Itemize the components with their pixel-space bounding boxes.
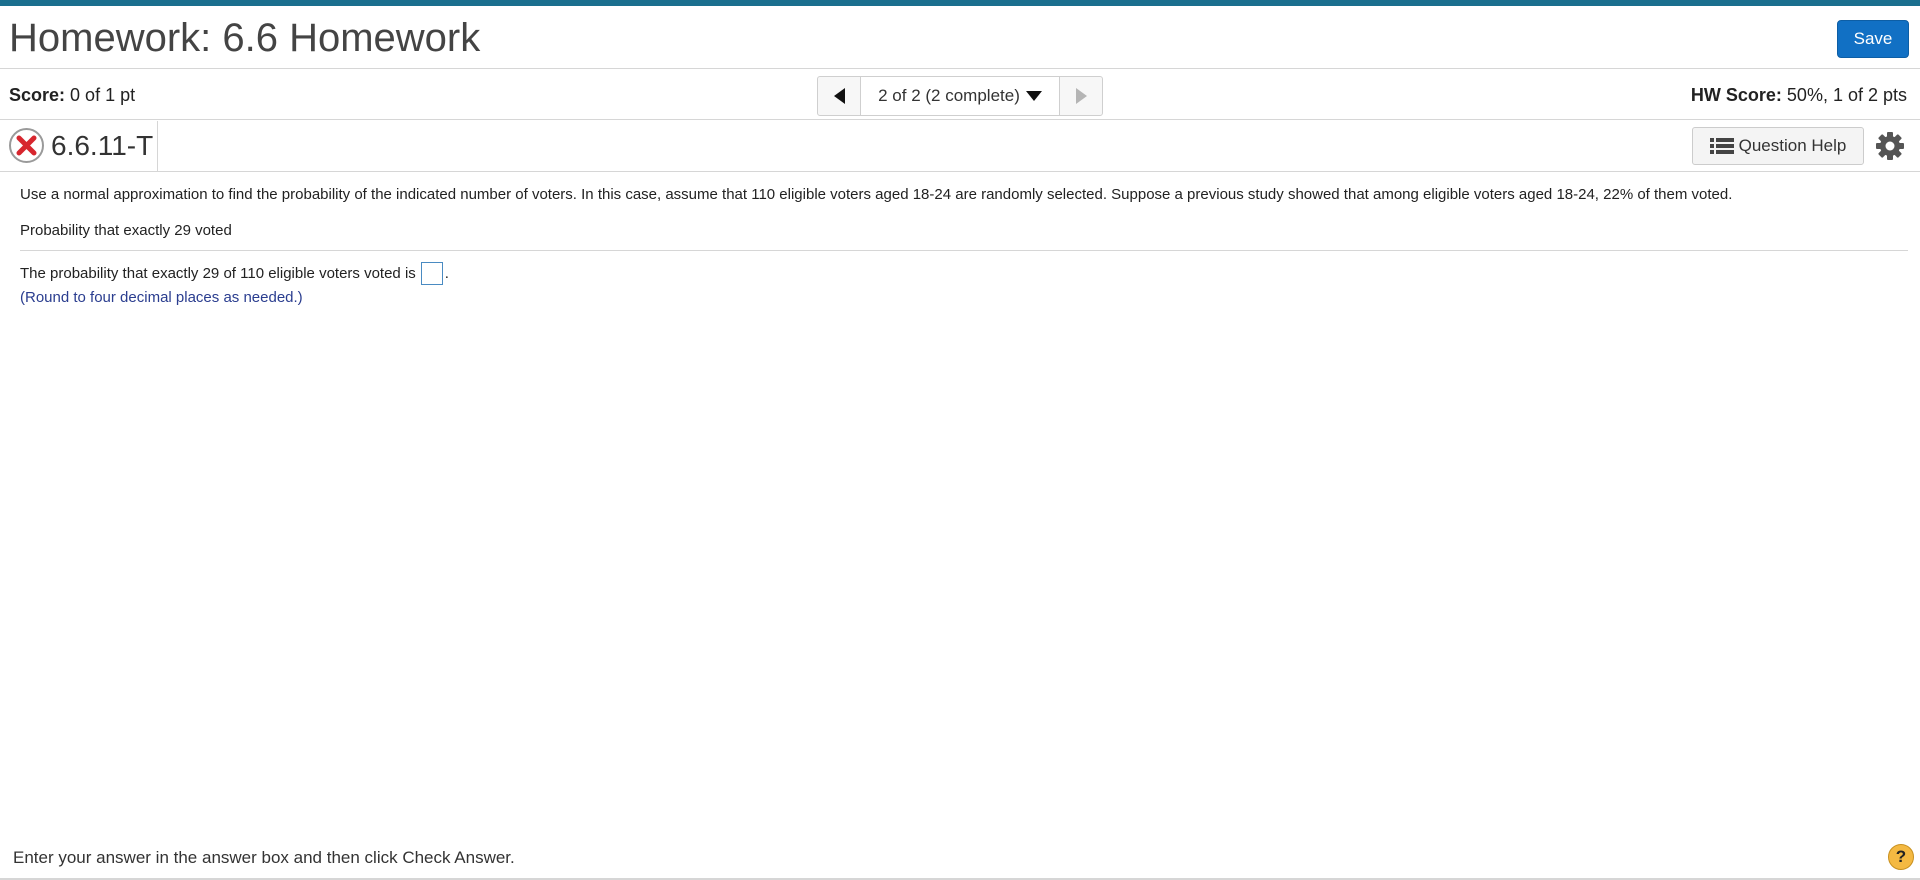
page-header: Homework: 6.6 Homework Save (0, 6, 1920, 69)
hw-score-label: HW Score: (1690, 85, 1782, 105)
arrow-left-icon (833, 88, 845, 104)
question-help-label: Question Help (1738, 136, 1847, 155)
answer-input[interactable] (420, 262, 443, 285)
chevron-down-icon (1025, 91, 1042, 101)
question-select-dropdown[interactable]: 2 of 2 (2 complete) (861, 77, 1059, 115)
rounding-note: (Round to four decimal places as needed.… (20, 289, 303, 306)
page-footer: Enter your answer in the answer box and … (0, 828, 1920, 880)
score-bar: Score: 0 of 1 pt 2 of 2 (2 complete) HW … (0, 70, 1920, 120)
x-circle-icon (9, 128, 44, 163)
score-label: Score: (9, 85, 66, 105)
arrow-right-icon (1075, 88, 1087, 104)
question-prompt: Use a normal approximation to find the p… (20, 186, 1733, 203)
hw-score-value: 50%, 1 of 2 pts (1786, 85, 1907, 105)
question-help-button[interactable]: Question Help (1692, 127, 1864, 165)
question-header: 6.6.11-T Question Help (0, 121, 1920, 172)
footer-instruction: Enter your answer in the answer box and … (13, 848, 515, 867)
save-button[interactable]: Save (1837, 20, 1909, 58)
answer-prefix: The probability that exactly 29 of 110 e… (20, 265, 416, 282)
gear-icon[interactable] (1875, 131, 1905, 161)
list-icon (1709, 138, 1734, 154)
answer-statement: The probability that exactly 29 of 110 e… (20, 262, 449, 285)
question-navigator: 2 of 2 (2 complete) (817, 76, 1103, 116)
answer-suffix: . (444, 265, 449, 282)
next-question-button[interactable] (1059, 77, 1102, 115)
score-value: 0 of 1 pt (70, 85, 136, 105)
divider (20, 250, 1908, 251)
question-id-box: 6.6.11-T (0, 121, 158, 171)
previous-question-button[interactable] (818, 77, 861, 115)
page-title: Homework: 6.6 Homework (9, 16, 481, 60)
question-position-text: 2 of 2 (2 complete) (878, 86, 1020, 105)
question-subprompt: Probability that exactly 29 voted (20, 222, 232, 239)
homework-score: HW Score: 50%, 1 of 2 pts (1691, 85, 1907, 106)
question-score: Score: 0 of 1 pt (9, 85, 135, 106)
question-id: 6.6.11-T (51, 130, 154, 161)
help-icon[interactable]: ? (1888, 844, 1914, 870)
